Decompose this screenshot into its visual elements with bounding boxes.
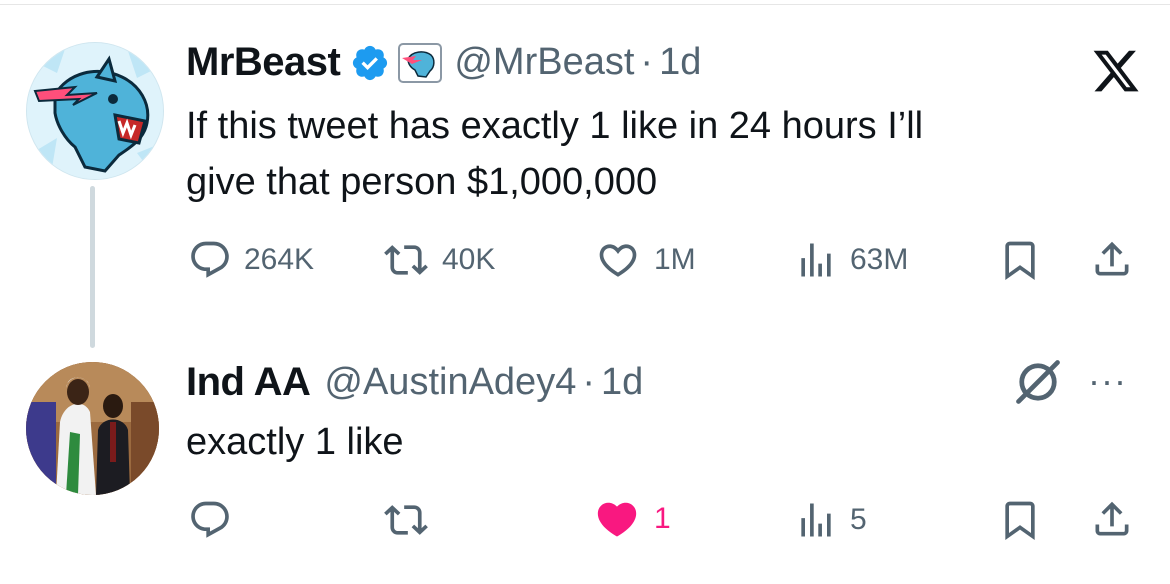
like-button-active[interactable]: 1 (592, 496, 671, 542)
share-icon (1095, 241, 1129, 276)
reply-button[interactable]: 264K (188, 238, 314, 282)
share-icon (1095, 501, 1129, 536)
repost-icon (384, 245, 428, 275)
reply-icon (191, 501, 229, 538)
share-button[interactable] (1090, 496, 1134, 542)
avatar-ind-aa[interactable] (26, 362, 159, 495)
reply-count: 264K (244, 243, 315, 276)
timestamp[interactable]: 1d (659, 41, 701, 84)
display-name[interactable]: Ind AA (186, 360, 311, 405)
views-button[interactable]: 5 (794, 498, 867, 542)
views-chart-icon (801, 243, 831, 277)
views-button[interactable]: 63M (794, 238, 908, 282)
like-button[interactable]: 1M (594, 238, 696, 282)
verified-badge-icon (350, 43, 390, 83)
reply-icon (191, 241, 229, 278)
mrbeast-panther-logo (27, 43, 163, 179)
like-count: 1 (654, 502, 671, 535)
repost-icon (384, 505, 428, 535)
tweet-header: MrBeast @MrBeast · 1d (186, 40, 701, 85)
share-button[interactable] (1090, 236, 1134, 282)
grok-icon[interactable] (1012, 356, 1064, 408)
tweet-text-line: give that person $1,000,000 (186, 161, 658, 203)
tweet-text: If this tweet has exactly 1 like in 24 h… (186, 98, 923, 210)
user-handle[interactable]: @AustinAdey4 (324, 361, 576, 404)
bookmark-button[interactable] (998, 498, 1042, 542)
user-handle[interactable]: @MrBeast (454, 41, 634, 84)
timestamp[interactable]: 1d (601, 361, 643, 404)
views-count: 5 (850, 503, 867, 536)
top-divider (0, 4, 1170, 5)
bookmark-button[interactable] (998, 238, 1042, 282)
mrbeast-panther-icon (398, 42, 443, 83)
reply-tweet-header: Ind AA @AustinAdey4 · 1d (186, 360, 643, 405)
profile-photo (26, 362, 159, 495)
bookmark-icon (1005, 241, 1035, 281)
views-count: 63M (850, 243, 909, 276)
tweet-text-line: If this tweet has exactly 1 like in 24 h… (186, 105, 924, 147)
reply-tweet-text: exactly 1 like (186, 414, 404, 470)
thread-connector-line (90, 186, 95, 348)
display-name[interactable]: MrBeast (186, 40, 341, 85)
separator-dot: · (640, 41, 654, 83)
tweet-text-line: exactly 1 like (186, 421, 404, 463)
reply-button[interactable] (188, 498, 244, 542)
repost-button[interactable] (382, 498, 442, 542)
heart-icon (599, 244, 637, 277)
bookmark-icon (1005, 501, 1035, 541)
avatar-mrbeast[interactable] (26, 42, 164, 180)
repost-count: 40K (442, 243, 496, 276)
separator-dot: · (582, 361, 595, 403)
views-chart-icon (801, 503, 831, 537)
heart-filled-icon (597, 502, 637, 537)
repost-button[interactable]: 40K (382, 238, 495, 282)
x-logo-icon[interactable] (1090, 46, 1142, 96)
more-options-icon[interactable]: ··· (1088, 360, 1127, 402)
like-count: 1M (654, 243, 696, 276)
